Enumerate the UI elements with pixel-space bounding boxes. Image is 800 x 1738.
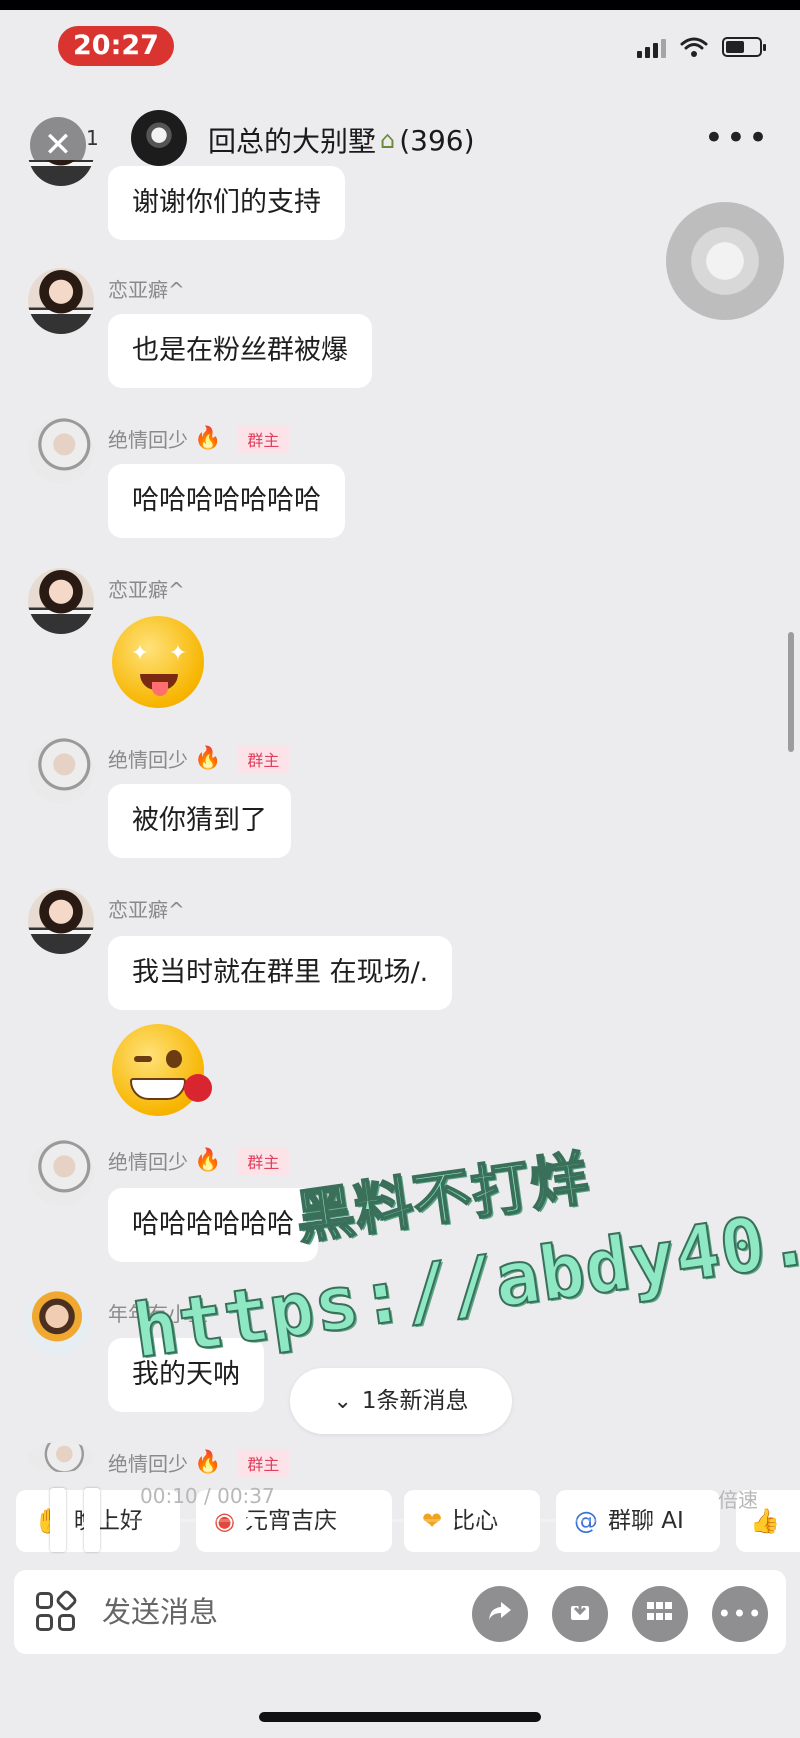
group-avatar[interactable] — [131, 110, 187, 166]
sender-name: 绝情回少 🔥 群主 — [108, 1448, 290, 1477]
scrollbar[interactable] — [788, 632, 794, 752]
wifi-icon — [680, 37, 708, 57]
status-icons — [637, 36, 766, 58]
sender-label: 绝情回少 — [108, 428, 188, 452]
home-indicator[interactable] — [259, 1712, 541, 1722]
sender-label: 绝情回少 — [108, 1452, 188, 1476]
download-icon — [571, 1600, 589, 1620]
sender-name: 绝情回少 🔥 群主 — [108, 744, 290, 773]
apps-grid-icon[interactable] — [36, 1588, 79, 1634]
playback-speed-button[interactable]: 倍速 — [718, 1484, 758, 1513]
avatar[interactable] — [28, 1442, 94, 1472]
avatar[interactable] — [28, 888, 94, 954]
signal-icon — [637, 36, 666, 58]
sender-label: 绝情回少 — [108, 748, 188, 772]
sender-label: 恋亚癖^ — [108, 578, 185, 602]
sender-name: 绝情回少 🔥 群主 — [108, 1146, 290, 1175]
more-options-button[interactable]: ••• — [704, 118, 770, 158]
floating-ball-button[interactable] — [666, 202, 784, 320]
message-bubble[interactable]: 我当时就在群里 在现场/. — [108, 936, 453, 1010]
grid-menu-button[interactable] — [632, 1586, 688, 1642]
grid-icon — [647, 1602, 672, 1620]
message-bubble[interactable]: 哈哈哈哈哈哈 — [108, 1188, 318, 1262]
video-time: 00:10 / 00:37 — [140, 1484, 275, 1508]
new-messages-button[interactable]: ⌄ 1条新消息 — [290, 1368, 512, 1434]
fire-icon: 🔥 — [194, 1148, 222, 1173]
sender-name: 恋亚癖^ — [108, 574, 185, 603]
video-progress-track[interactable] — [100, 1519, 660, 1522]
new-messages-label: 1条新消息 — [361, 1388, 469, 1414]
message-bubble[interactable]: 谢谢你们的支持 — [108, 166, 345, 240]
top-edge — [0, 0, 800, 10]
pause-icon[interactable] — [50, 1488, 66, 1552]
sender-name: 恋亚癖^ — [108, 894, 185, 923]
fire-icon: 🔥 — [194, 1450, 222, 1475]
pause-icon[interactable] — [84, 1488, 100, 1552]
back-unread-count: 1 — [86, 126, 99, 150]
double-chevron-down-icon: ⌄ — [333, 1389, 352, 1414]
house-with-garden-icon: ⌂ — [380, 126, 396, 154]
download-button[interactable] — [552, 1586, 608, 1642]
sender-label: 恋亚癖^ — [108, 898, 185, 922]
sender-name: 绝情回少 🔥 群主 — [108, 424, 290, 453]
owner-badge: 群主 — [237, 1146, 290, 1175]
avatar[interactable] — [24, 1290, 90, 1356]
sender-label: 绝情回少 — [108, 1150, 188, 1174]
owner-badge: 群主 — [237, 1448, 290, 1477]
message-bubble[interactable]: 也是在粉丝群被爆 — [108, 314, 372, 388]
message-bubble[interactable]: 哈哈哈哈哈哈哈 — [108, 464, 345, 538]
battery-icon — [722, 37, 766, 57]
sender-name: 恋亚癖^ — [108, 274, 185, 303]
wink-rose-emoji[interactable] — [112, 1024, 212, 1116]
fire-icon: 🔥 — [194, 426, 222, 451]
share-button[interactable] — [472, 1586, 528, 1642]
message-bubble[interactable]: 被你猜到了 — [108, 784, 291, 858]
avatar[interactable] — [28, 568, 94, 634]
avatar[interactable] — [28, 1140, 94, 1206]
more-button[interactable]: ••• — [712, 1586, 768, 1642]
avatar[interactable] — [28, 418, 94, 484]
avatar[interactable] — [28, 268, 94, 334]
group-name: 回总的大别墅 — [208, 125, 377, 158]
member-count: (396) — [399, 123, 475, 157]
share-icon — [489, 1602, 511, 1620]
starry-eyed-tongue-emoji[interactable]: ✦ ✦ — [112, 616, 204, 708]
avatar[interactable] — [28, 738, 94, 804]
group-title[interactable]: 回总的大别墅 ⌂ (396) — [208, 120, 475, 160]
status-time: 20:27 — [58, 26, 174, 66]
fire-icon: 🔥 — [194, 746, 222, 771]
owner-badge: 群主 — [237, 744, 290, 773]
message-input[interactable] — [102, 1584, 402, 1640]
ellipsis-icon: ••• — [717, 1600, 763, 1628]
sender-label: 恋亚癖^ — [108, 278, 185, 302]
owner-badge: 群主 — [237, 424, 290, 453]
